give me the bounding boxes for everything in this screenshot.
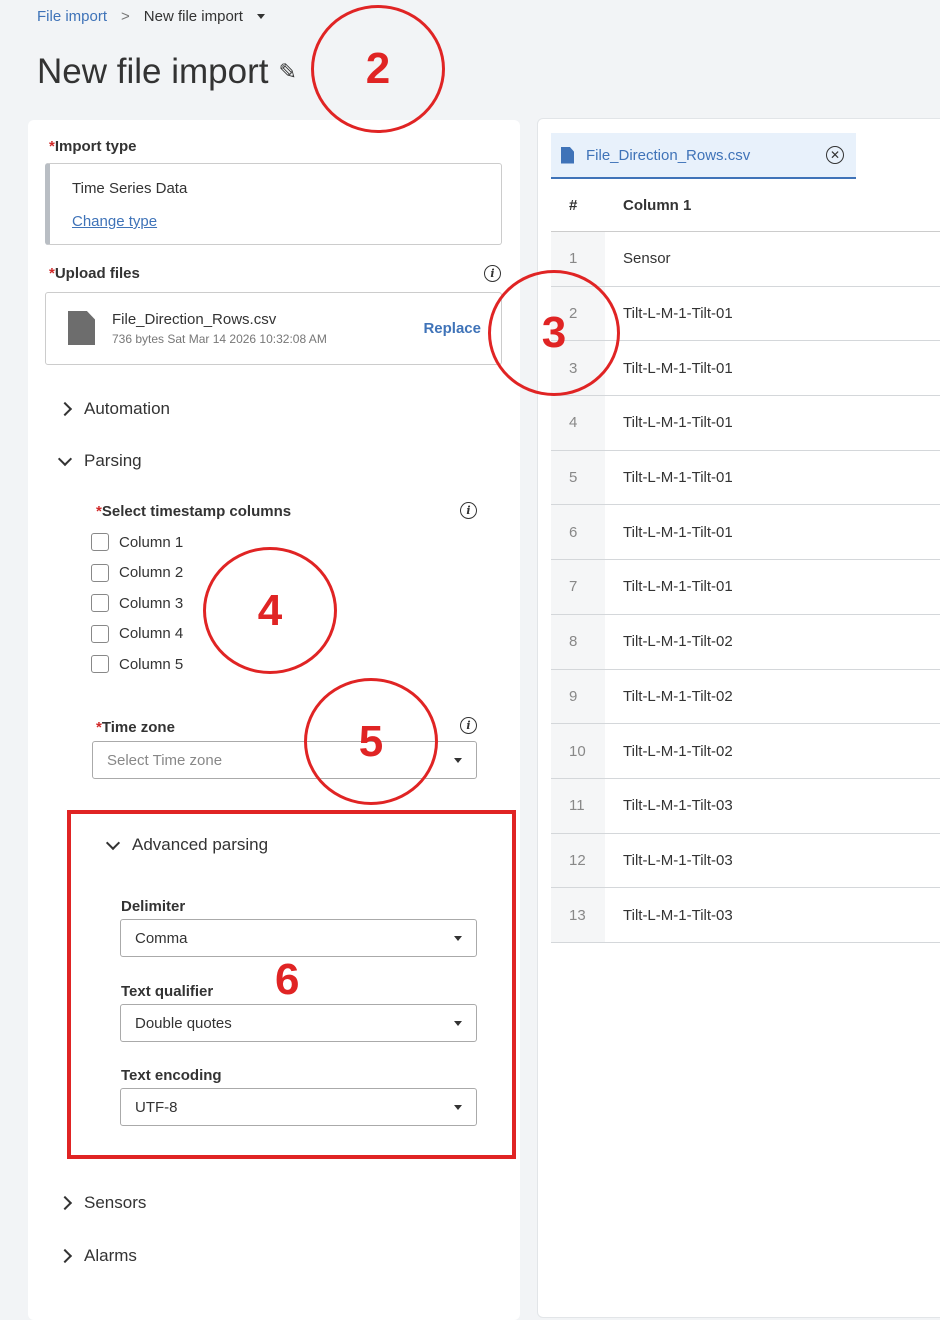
pencil-icon[interactable]: ✎ bbox=[278, 59, 296, 85]
row-index: 6 bbox=[551, 505, 605, 560]
breadcrumb-separator: > bbox=[121, 8, 130, 25]
row-value: Tilt-L-M-1-Tilt-02 bbox=[623, 633, 733, 651]
caret-down-icon[interactable] bbox=[256, 14, 265, 19]
row-value: Tilt-L-M-1-Tilt-03 bbox=[623, 906, 733, 924]
file-icon bbox=[561, 146, 574, 164]
table-row: 5 Tilt-L-M-1-Tilt-01 bbox=[551, 450, 940, 506]
file-name: File_Direction_Rows.csv bbox=[112, 311, 277, 328]
annotation-circle: 3 bbox=[488, 270, 620, 396]
caret-down-icon bbox=[454, 757, 462, 763]
row-index: 13 bbox=[551, 888, 605, 942]
import-type-value: Time Series Data bbox=[72, 180, 188, 197]
table-row: 6 Tilt-L-M-1-Tilt-01 bbox=[551, 505, 940, 561]
table-row: 9 Tilt-L-M-1-Tilt-02 bbox=[551, 669, 940, 725]
row-index: 7 bbox=[551, 560, 605, 614]
table-row: 12 Tilt-L-M-1-Tilt-03 bbox=[551, 833, 940, 889]
row-index: 8 bbox=[551, 614, 605, 669]
checkbox-column-3[interactable]: Column 3 bbox=[91, 594, 183, 612]
chevron-down-icon bbox=[57, 451, 73, 466]
row-value: Sensor bbox=[623, 250, 671, 268]
section-alarms[interactable]: Alarms bbox=[57, 1246, 137, 1266]
file-tab-label: File_Direction_Rows.csv bbox=[586, 146, 751, 164]
row-value: Tilt-L-M-1-Tilt-01 bbox=[623, 578, 733, 596]
time-zone-label: *Time zone bbox=[96, 719, 175, 736]
chevron-right-icon bbox=[57, 1248, 73, 1264]
info-icon[interactable]: i bbox=[460, 502, 477, 519]
row-index: 5 bbox=[551, 450, 605, 505]
checkbox-column-5[interactable]: Column 5 bbox=[91, 655, 183, 673]
replace-button[interactable]: Replace bbox=[423, 320, 481, 337]
row-index: 12 bbox=[551, 833, 605, 888]
timestamp-columns-list: Column 1 Column 2 Column 3 Column 4 Colu… bbox=[91, 533, 183, 673]
row-value: Tilt-L-M-1-Tilt-03 bbox=[623, 851, 733, 869]
info-icon[interactable]: i bbox=[484, 265, 501, 282]
info-icon[interactable]: i bbox=[460, 717, 477, 734]
page-title-row: New file import ✎ bbox=[37, 52, 297, 92]
row-value: Tilt-L-M-1-Tilt-01 bbox=[623, 305, 733, 323]
timestamp-columns-label: *Select timestamp columns bbox=[96, 503, 292, 520]
preview-table: # Column 1 1 Sensor 2 Tilt-L-M-1-Tilt-01 3 Ti… bbox=[551, 179, 940, 943]
row-value: Tilt-L-M-1-Tilt-01 bbox=[623, 414, 733, 432]
file-icon bbox=[68, 311, 95, 345]
row-value: Tilt-L-M-1-Tilt-01 bbox=[623, 523, 733, 541]
section-parsing[interactable]: Parsing bbox=[57, 451, 142, 471]
section-automation[interactable]: Automation bbox=[57, 399, 170, 419]
checkbox-column-1[interactable]: Column 1 bbox=[91, 533, 183, 551]
uploaded-file: File_Direction_Rows.csv 736 bytes Sat Ma… bbox=[45, 292, 502, 365]
table-row: 13 Tilt-L-M-1-Tilt-03 bbox=[551, 888, 940, 943]
checkbox-column-2[interactable]: Column 2 bbox=[91, 563, 183, 582]
import-type-box: Time Series Data Change type bbox=[45, 163, 502, 245]
header-column-1[interactable]: Column 1 bbox=[605, 197, 691, 214]
file-meta: 736 bytes Sat Mar 14 2026 10:32:08 AM bbox=[112, 332, 327, 346]
breadcrumb-current[interactable]: New file import bbox=[144, 8, 243, 25]
annotation-circle: 5 bbox=[304, 678, 438, 805]
header-index: # bbox=[569, 196, 578, 214]
table-row: 7 Tilt-L-M-1-Tilt-01 bbox=[551, 560, 940, 615]
table-row: 1 Sensor bbox=[551, 232, 940, 287]
table-row: 11 Tilt-L-M-1-Tilt-03 bbox=[551, 778, 940, 834]
row-value: Tilt-L-M-1-Tilt-01 bbox=[623, 359, 733, 377]
row-index: 10 bbox=[551, 724, 605, 778]
table-row: 10 Tilt-L-M-1-Tilt-02 bbox=[551, 724, 940, 779]
annotation-circle: 4 bbox=[203, 547, 337, 674]
chevron-right-icon bbox=[57, 401, 73, 417]
row-index: 11 bbox=[551, 778, 605, 833]
table-header: # Column 1 bbox=[551, 179, 940, 232]
checkbox-column-4[interactable]: Column 4 bbox=[91, 624, 183, 643]
file-tab[interactable]: File_Direction_Rows.csv ✕ bbox=[551, 133, 856, 179]
chevron-right-icon bbox=[57, 1195, 73, 1211]
breadcrumb: File import > New file import bbox=[37, 8, 265, 25]
table-row: 4 Tilt-L-M-1-Tilt-01 bbox=[551, 396, 940, 451]
row-value: Tilt-L-M-1-Tilt-02 bbox=[623, 687, 733, 705]
section-sensors[interactable]: Sensors bbox=[57, 1193, 146, 1213]
row-index: 9 bbox=[551, 669, 605, 724]
change-type-link[interactable]: Change type bbox=[72, 213, 157, 230]
annotation-label: 6 bbox=[275, 955, 300, 1004]
row-value: Tilt-L-M-1-Tilt-02 bbox=[623, 742, 733, 760]
row-value: Tilt-L-M-1-Tilt-03 bbox=[623, 797, 733, 815]
upload-files-label: *Upload files bbox=[49, 265, 140, 282]
row-index: 4 bbox=[551, 396, 605, 450]
close-icon[interactable]: ✕ bbox=[826, 146, 844, 164]
table-row: 8 Tilt-L-M-1-Tilt-02 bbox=[551, 614, 940, 670]
annotation-circle: 2 bbox=[311, 5, 445, 133]
breadcrumb-file-import[interactable]: File import bbox=[37, 8, 107, 25]
page-title: New file import bbox=[37, 52, 269, 91]
row-value: Tilt-L-M-1-Tilt-01 bbox=[623, 469, 733, 487]
import-type-label: *Import type bbox=[49, 138, 137, 155]
